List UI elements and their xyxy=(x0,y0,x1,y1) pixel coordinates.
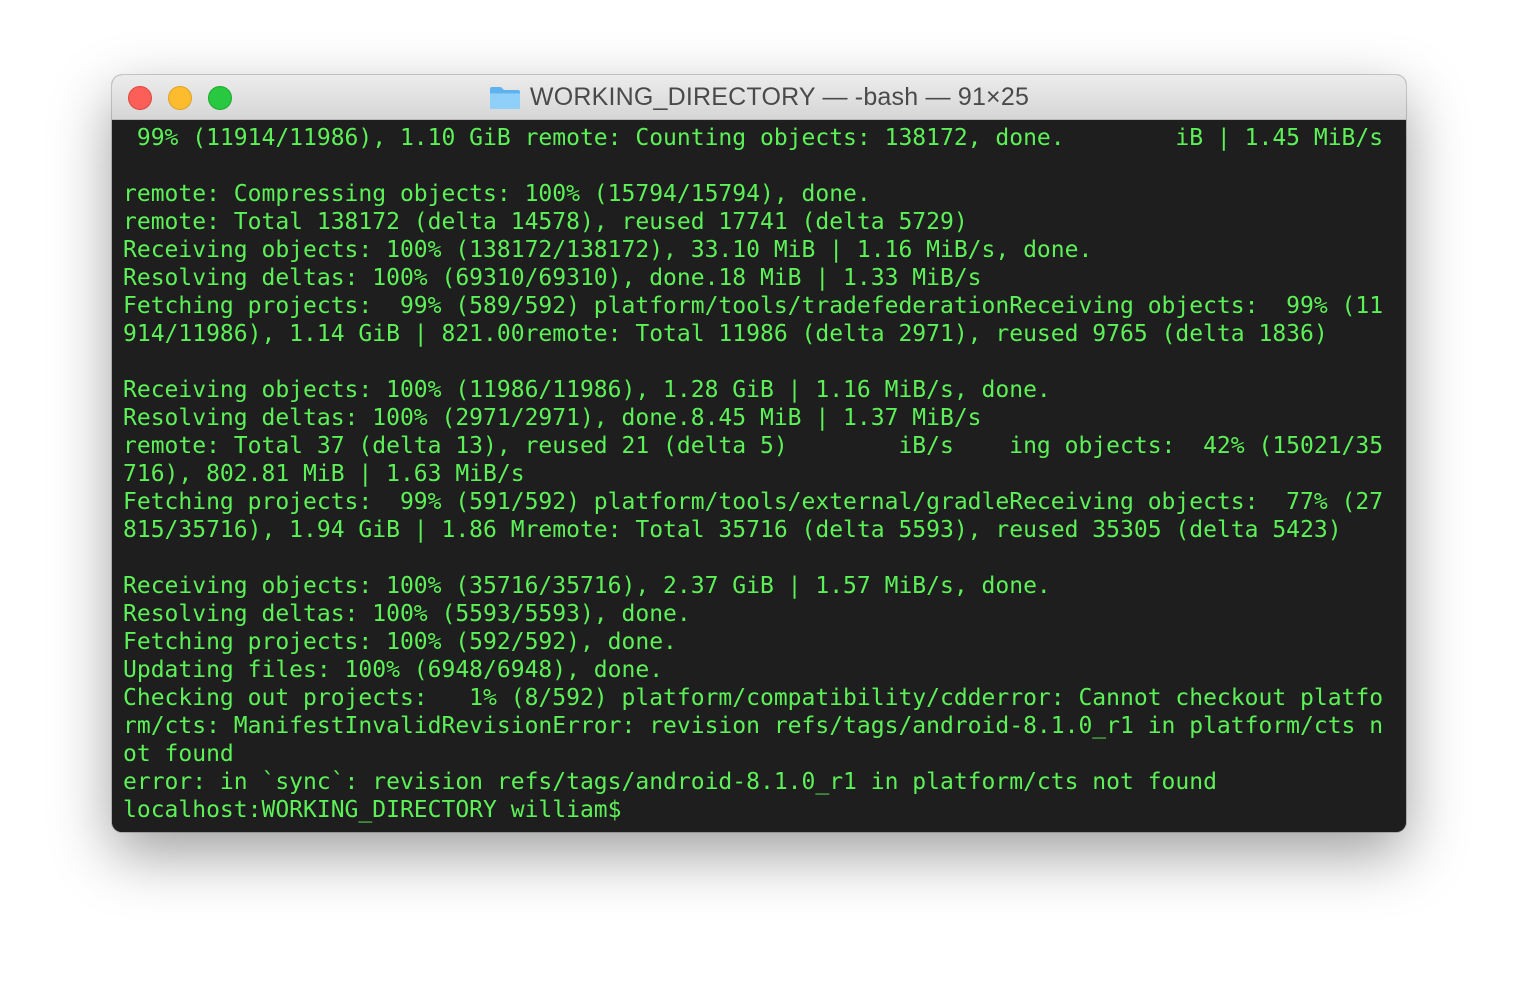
terminal-line: error: in `sync`: revision refs/tags/and… xyxy=(123,769,1217,795)
terminal-line: 716), 802.81 MiB | 1.63 MiB/s xyxy=(123,461,525,487)
terminal-line: 815/35716), 1.94 GiB | 1.86 Mremote: Tot… xyxy=(123,517,1342,543)
terminal-line: Receiving objects: 100% (35716/35716), 2… xyxy=(123,573,1051,599)
terminal-line: Updating files: 100% (6948/6948), done. xyxy=(123,657,664,683)
terminal-line: 99% (11914/11986), 1.10 GiB remote: Coun… xyxy=(123,125,1384,151)
terminal-line: 914/11986), 1.14 GiB | 821.00remote: Tot… xyxy=(123,321,1328,347)
terminal-line: Receiving objects: 100% (11986/11986), 1… xyxy=(123,377,1051,403)
terminal-line: Resolving deltas: 100% (5593/5593), done… xyxy=(123,601,691,627)
terminal-line: Fetching projects: 99% (591/592) platfor… xyxy=(123,489,1384,515)
window-title-container: WORKING_DIRECTORY — -bash — 91×25 xyxy=(112,75,1406,120)
terminal-line: Fetching projects: 100% (592/592), done. xyxy=(123,629,677,655)
terminal-line: Checking out projects: 1% (8/592) platfo… xyxy=(123,685,1384,711)
terminal-line: ot found xyxy=(123,741,234,767)
terminal-line: remote: Compressing objects: 100% (15794… xyxy=(123,181,871,207)
terminal-window: WORKING_DIRECTORY — -bash — 91×25 99% (1… xyxy=(112,75,1406,832)
title-bar[interactable]: WORKING_DIRECTORY — -bash — 91×25 xyxy=(112,75,1406,120)
window-title: WORKING_DIRECTORY — -bash — 91×25 xyxy=(529,83,1030,111)
terminal-line: Resolving deltas: 100% (69310/69310), do… xyxy=(123,265,982,291)
terminal-output[interactable]: 99% (11914/11986), 1.10 GiB remote: Coun… xyxy=(112,120,1406,832)
terminal-line: remote: Total 37 (delta 13), reused 21 (… xyxy=(123,433,1384,459)
terminal-line: Resolving deltas: 100% (2971/2971), done… xyxy=(123,405,982,431)
shell-prompt[interactable]: localhost:WORKING_DIRECTORY william$ xyxy=(123,796,1406,824)
terminal-line: Receiving objects: 100% (138172/138172),… xyxy=(123,237,1093,263)
terminal-line: rm/cts: ManifestInvalidRevisionError: re… xyxy=(123,713,1384,739)
terminal-line: remote: Total 138172 (delta 14578), reus… xyxy=(123,209,968,235)
folder-icon xyxy=(489,86,521,110)
terminal-line: Fetching projects: 99% (589/592) platfor… xyxy=(123,293,1384,319)
